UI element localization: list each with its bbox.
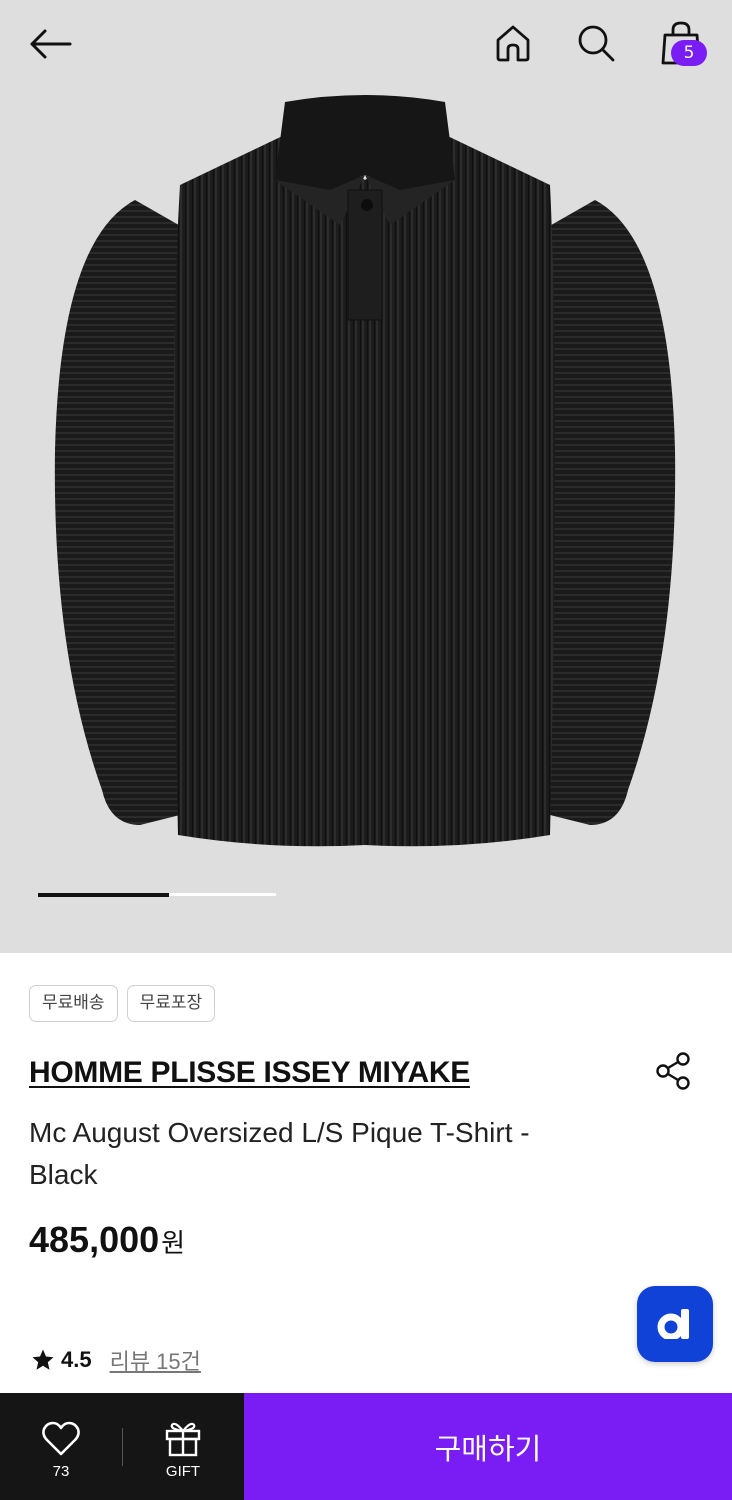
free-wrapping-tag: 무료포장 [126,985,216,1022]
home-button[interactable] [488,18,538,68]
rating-summary: 4.5 리뷰 15건 [31,1345,201,1375]
back-arrow-icon [30,29,72,59]
bottom-action-bar: 73 GIFT 구매하기 [0,1393,732,1500]
gift-button[interactable]: GIFT [142,1393,224,1500]
gallery-pager [38,892,276,897]
heart-icon [42,1421,80,1456]
top-navigation: 5 [0,0,732,90]
free-shipping-tag: 무료배송 [29,985,118,1022]
gift-label: GIFT [165,1463,201,1480]
search-icon [578,25,615,62]
search-button[interactable] [571,18,621,68]
price-unit: 원 [161,1228,186,1258]
product-price: 485,000원 [29,1219,185,1261]
product-gallery[interactable]: 5 [0,0,732,953]
price-amount: 485,000 [29,1219,160,1260]
back-button[interactable] [22,20,78,68]
gift-icon [165,1422,201,1457]
product-name: Mc August Oversized L/S Pique T-Shirt - … [29,1117,530,1190]
bottom-left-actions: 73 GIFT [0,1393,244,1500]
gallery-pager-active [38,892,169,897]
home-icon [496,25,530,62]
rating-value: 4.5 [61,1347,92,1372]
share-icon [656,1052,690,1090]
star-icon [32,1349,54,1370]
shipping-tags: 무료배송 무료포장 [29,985,216,1022]
product-image[interactable] [40,90,690,850]
share-button[interactable] [650,1048,696,1094]
review-count-link[interactable]: 리뷰 15건 [110,1344,201,1376]
brand-link[interactable]: HOMME PLISSE ISSEY MIYAKE [29,1056,470,1090]
d-logo-icon [657,1309,689,1339]
bottom-divider [122,1428,123,1466]
buy-button[interactable]: 구매하기 [244,1393,732,1500]
like-button[interactable]: 73 [20,1393,102,1500]
cart-count-badge: 5 [671,40,707,66]
like-count: 73 [52,1463,70,1480]
floating-d-button[interactable] [637,1286,713,1362]
